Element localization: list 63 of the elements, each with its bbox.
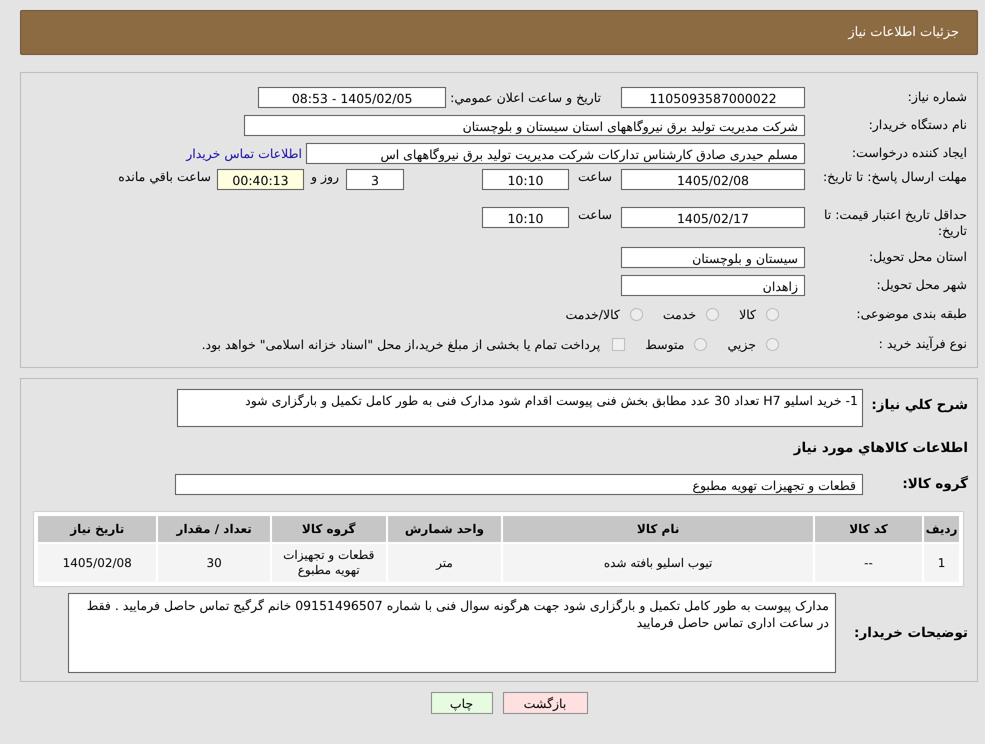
field-label: ساعت باقي مانده bbox=[118, 169, 211, 184]
page-title: جزئیات اطلاعات نیاز bbox=[848, 25, 959, 40]
table-cell: 30 bbox=[158, 544, 270, 582]
radio-button[interactable] bbox=[766, 338, 779, 350]
text-field[interactable]: شرکت مدیریت تولید برق نیروگاههای استان سیستان و بلوچستان bbox=[244, 114, 805, 136]
text-field[interactable]: 1405/02/17 bbox=[621, 207, 805, 228]
column-header: گروه کالا bbox=[272, 516, 386, 542]
radio-label: جزيي bbox=[727, 336, 756, 352]
print-button[interactable]: چاپ bbox=[430, 692, 492, 714]
field-label: توضیحات خریدار: bbox=[853, 625, 968, 641]
checkbox-label: پرداخت تمام یا بخشی از مبلغ خرید،از محل "اسناد خزانه اسلامی" خواهد بود. bbox=[202, 336, 600, 352]
column-header: تاریخ نیاز bbox=[38, 516, 156, 542]
column-header: کد کالا bbox=[814, 516, 922, 542]
countdown-field: 00:40:13 bbox=[217, 169, 304, 190]
text-field[interactable]: 1405/02/05 - 08:53 bbox=[258, 86, 446, 108]
radio-button[interactable] bbox=[694, 338, 708, 350]
field-label: نوع فرآیند خرید : bbox=[878, 336, 968, 352]
radio-label: خدمت bbox=[662, 306, 696, 322]
field-label: حداقل تاریخ اعتبار قیمت: تا تاریخ: bbox=[822, 207, 968, 239]
text-field[interactable]: 1105093587000022 bbox=[621, 86, 805, 108]
table-cell: 1405/02/08 bbox=[38, 544, 156, 582]
notes-textarea[interactable]: مدارک پیوست به طور کامل تکمیل و بارگزاری شود جهت هرگونه سوال فنی با شماره 09151496507 خانم گرگیج تماس حاصل فرمایید . فقط در ساعت اداری تماس حاصل فرمایید bbox=[68, 593, 836, 673]
field-label: نام دستگاه خریدار: bbox=[868, 117, 968, 133]
section-heading: اطلاعات كالاهاي مورد نياز bbox=[792, 439, 968, 458]
contact-link[interactable]: اطلاعات تماس خریدار bbox=[186, 146, 302, 160]
text-field[interactable]: 1405/02/08 bbox=[621, 169, 805, 190]
field-label: مهلت ارسال پاسخ: تا تاریخ: bbox=[822, 169, 968, 185]
field-label: گروه کالا: bbox=[901, 476, 968, 492]
radio-label: کالا bbox=[739, 306, 756, 322]
back-button[interactable]: بازگشت bbox=[502, 692, 588, 714]
column-header: نام کالا bbox=[503, 516, 813, 542]
table-cell: قطعات و تجهیزات تهویه مطبوع bbox=[272, 544, 386, 582]
column-header: واحد شمارش bbox=[388, 516, 502, 542]
checkbox[interactable] bbox=[612, 338, 626, 350]
field-label: ساعت bbox=[576, 169, 613, 184]
table-cell: متر bbox=[388, 544, 502, 582]
field-label: تاریخ و ساعت اعلان عمومي: bbox=[450, 90, 601, 104]
column-header: تعداد / مقدار bbox=[158, 516, 270, 542]
text-field[interactable]: زاهدان bbox=[621, 274, 805, 296]
field-label: طبقه بندی موضوعی: bbox=[855, 306, 968, 322]
field-label: شهر محل تحویل: bbox=[876, 277, 968, 293]
radio-button[interactable] bbox=[766, 308, 779, 320]
text-field[interactable]: 10:10 bbox=[482, 169, 569, 190]
field-label: ایجاد کننده درخواست: bbox=[850, 145, 968, 161]
column-header: ردیف bbox=[924, 516, 959, 542]
radio-button[interactable] bbox=[630, 308, 643, 320]
table-cell: -- bbox=[814, 544, 922, 582]
text-field[interactable]: قطعات و تجهیزات تهویه مطبوع bbox=[175, 474, 863, 494]
field-label: روز و bbox=[310, 169, 340, 184]
field-label: استان محل تحویل: bbox=[868, 249, 968, 265]
radio-button[interactable] bbox=[706, 308, 720, 320]
text-field[interactable]: مسلم حیدری صادق کارشناس تدارکات شرکت مدیریت تولید برق نیروگاههای اس bbox=[306, 142, 805, 164]
field-label: شماره نیاز: bbox=[906, 89, 968, 105]
radio-label: متوسط bbox=[645, 336, 684, 352]
text-field[interactable]: سیستان و بلوچستان bbox=[621, 246, 805, 268]
field-label: شرح كلي نياز: bbox=[870, 397, 968, 413]
field-label: ساعت bbox=[576, 207, 613, 222]
text-field[interactable]: 10:10 bbox=[482, 207, 569, 228]
text-field[interactable]: 3 bbox=[346, 169, 404, 190]
table-cell: تیوب اسلیو بافته شده bbox=[503, 544, 813, 582]
description-textarea[interactable]: 1- خرید اسلیو H7 تعداد 30 عدد مطابق بخش فنی پیوست اقدام شود مدارک فنی به طور کامل تکمیل و بارگزاری شود bbox=[177, 389, 863, 427]
radio-label: کالا/خدمت bbox=[565, 306, 620, 322]
table-cell: 1 bbox=[924, 544, 959, 582]
